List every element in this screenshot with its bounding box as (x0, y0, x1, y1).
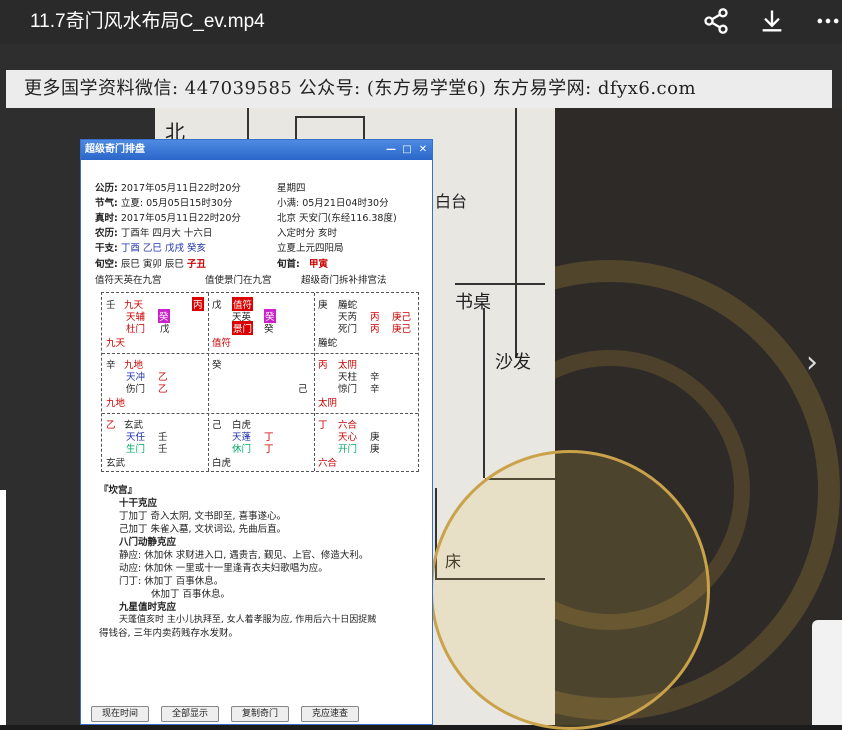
hand-label-platform: 白台 (435, 192, 468, 211)
player-top-bar: 11.7奇门风水布局C_ev.mp4 (0, 0, 842, 44)
detail-line: 天蓬值亥时 主小儿执拜至, 女人着孝服为应, 作用后六十日因捉贼 (119, 615, 377, 625)
info-zhifu: 值符天英在九宫 值使景门在九宫 超级奇门拆补排宫法 (95, 275, 387, 286)
detail-line: 门丁: 休加丁 百事休息。 (119, 576, 224, 587)
info-ganzhi: 干支: 丁酉 乙巳 戊戌 癸亥 立夏上元四阳局 (95, 243, 344, 254)
close-icon[interactable]: ✕ (416, 143, 430, 157)
detail-line: 动应: 休加休 一里或十一里逢青衣夫妇歌唱为应。 (119, 563, 328, 574)
window-content: 公历: 2017年05月11日22时20分 星期四 节气: 立夏: 05月05日… (95, 162, 432, 724)
minimize-icon[interactable]: — (384, 143, 398, 157)
detail-line: 得钱谷, 三年内卖药贱存水发财。 (99, 628, 239, 639)
more-icon[interactable] (814, 7, 842, 35)
window-titlebar[interactable]: 超级奇门排盘 — □ ✕ (81, 140, 432, 160)
detail-section-2: 八门动静克应 (119, 537, 177, 548)
detail-line: 休加丁 百事休息。 (151, 589, 231, 600)
detail-section-3: 九星值时克应 (119, 602, 177, 613)
show-all-button[interactable]: 全部显示 (161, 706, 219, 722)
info-xunkong: 旬空: 辰巳 寅卯 辰巳 子丑 旬首: 甲寅 (95, 259, 329, 270)
hand-label-sofa: 沙发 (495, 352, 531, 373)
nine-palace-grid: 壬 九天 丙 天辅 癸 杜门 戊 九天 戊 值符 天英 癸 景门 癸 值符 庚 … (101, 292, 419, 472)
info-nongli: 农历: 丁酉年 四月大 十六日 入定时分 亥时 (95, 228, 338, 239)
video-title: 11.7奇门风水布局C_ev.mp4 (30, 11, 265, 32)
page-edge (0, 490, 6, 725)
download-icon[interactable] (758, 7, 786, 35)
compass-image (430, 450, 710, 730)
side-widget[interactable] (812, 620, 842, 725)
detail-line: 丁加丁 奇入太阴, 文书即至, 喜事遂心。 (119, 511, 287, 522)
detail-line: 己加丁 朱雀入墓, 文状词讼, 先曲后直。 (119, 524, 287, 535)
maximize-icon[interactable]: □ (400, 143, 414, 157)
info-gongli: 公历: 2017年05月11日22时20分 星期四 (95, 183, 306, 194)
copy-qimen-button[interactable]: 复制奇门 (231, 706, 289, 722)
detail-section-1: 十干克应 (119, 498, 158, 509)
info-zhenshi: 真时: 2017年05月11日22时20分 北京 天安门(东经116.38度) (95, 213, 397, 224)
window-title: 超级奇门排盘 (85, 144, 145, 155)
now-time-button[interactable]: 现在时间 (91, 706, 149, 722)
detail-palace-title: 『坎宫』 (99, 485, 138, 496)
keying-lookup-button[interactable]: 克应速查 (301, 706, 359, 722)
info-jieqi: 节气: 立夏: 05月05日15时30分 小满: 05月21日04时30分 (95, 198, 389, 209)
qimen-window: 超级奇门排盘 — □ ✕ 公历: 2017年05月11日22时20分 星期四 节… (80, 139, 433, 725)
chevron-right-icon[interactable]: › (806, 345, 818, 380)
detail-line: 静应: 休加休 求财进入口, 遇贵吉, 觐见、上官、修造大利。 (119, 550, 369, 561)
video-banner: 更多国学资料微信: 447039585 公众号: (东方易学堂6) 东方易学网:… (6, 70, 832, 108)
share-icon[interactable] (702, 7, 730, 35)
hand-label-desk: 书桌 (455, 292, 491, 313)
